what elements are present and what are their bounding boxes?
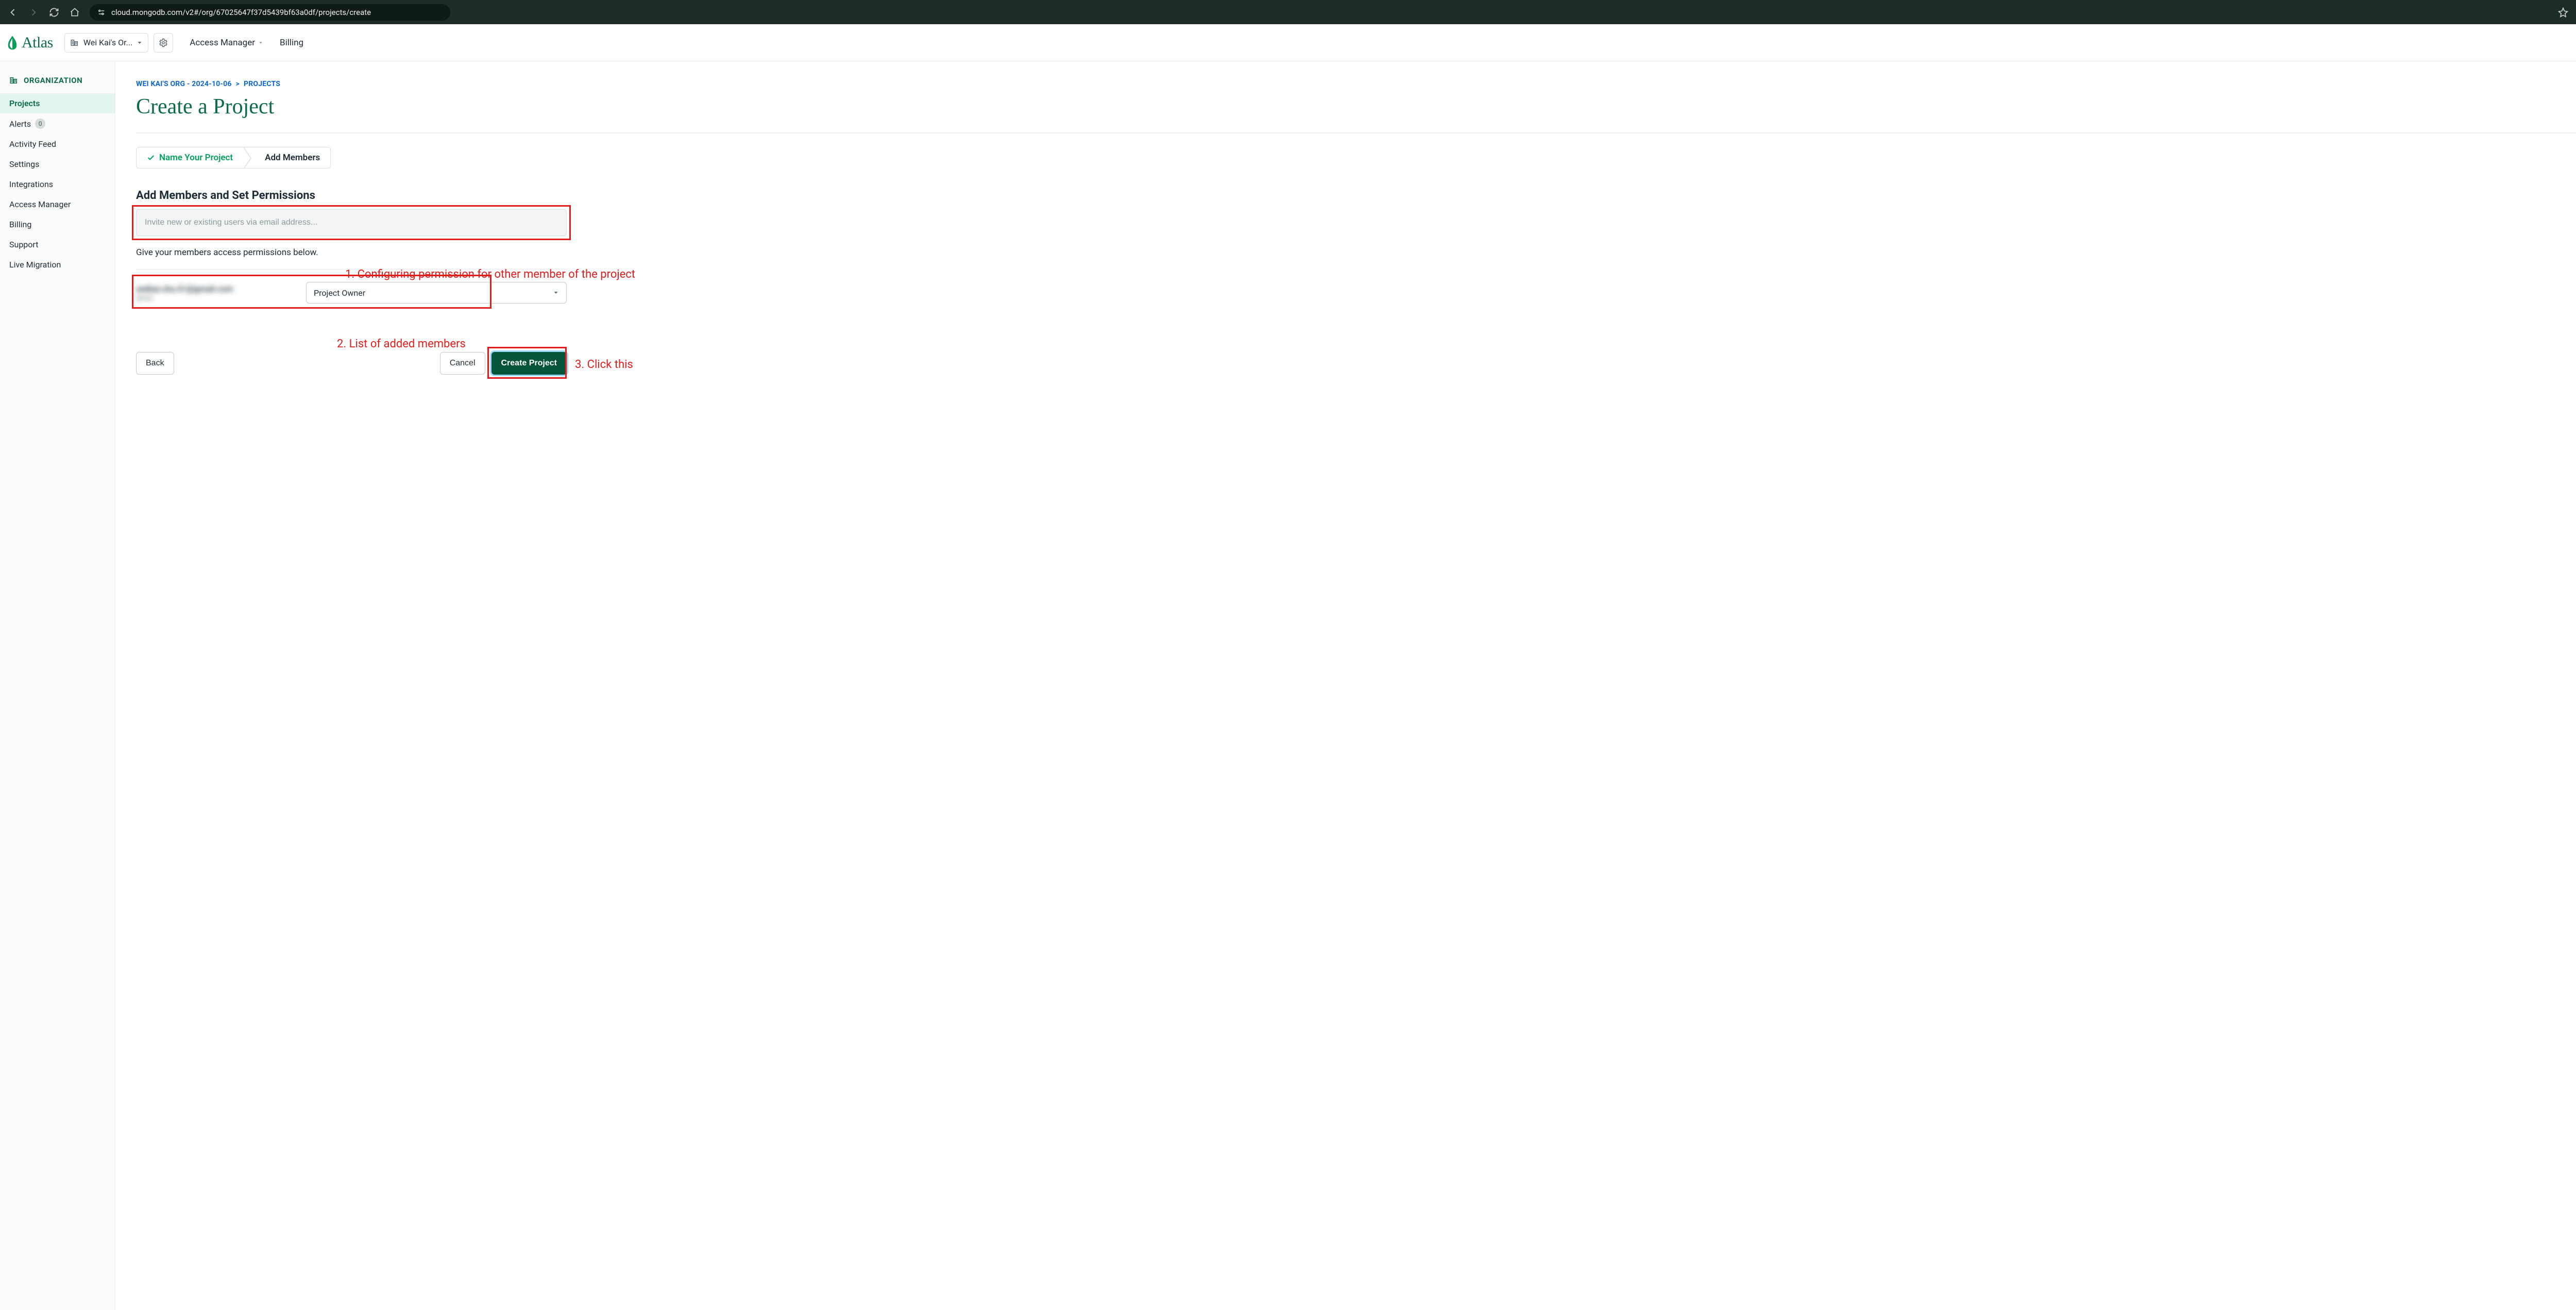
back-button[interactable]: Back: [136, 352, 174, 375]
cancel-button[interactable]: Cancel: [440, 352, 485, 375]
browser-toolbar: cloud.mongodb.com/v2#/org/67025647f37d54…: [0, 0, 2576, 24]
org-icon: [9, 76, 19, 85]
breadcrumb-org[interactable]: WEI KAI'S ORG - 2024-10-06: [136, 80, 232, 88]
site-settings-icon: [97, 8, 106, 17]
logo-label: Atlas: [22, 34, 53, 52]
annotation-2: 2. List of added members: [337, 338, 466, 350]
org-name: Wei Kai's Or...: [83, 38, 132, 47]
app-topnav: Atlas Wei Kai's Or... Access Manager Bil…: [0, 24, 2576, 61]
sidebar-item-access-manager[interactable]: Access Manager: [0, 194, 115, 214]
member-email: weikai.chu.01@gmail.com: [136, 284, 296, 294]
permissions-hint: Give your members access permissions bel…: [136, 247, 847, 258]
main-content: WEI KAI'S ORG - 2024-10-06 > PROJECTS Cr…: [115, 61, 2576, 1310]
sidebar-item-support[interactable]: Support: [0, 234, 115, 255]
sidebar-header: ORGANIZATION: [0, 76, 115, 93]
check-icon: [147, 154, 155, 162]
invite-email-input[interactable]: [136, 209, 567, 236]
leaf-icon: [7, 36, 18, 50]
sidebar-item-live-migration[interactable]: Live Migration: [0, 255, 115, 275]
url-bar[interactable]: cloud.mongodb.com/v2#/org/67025647f37d54…: [90, 4, 450, 21]
section-title: Add Members and Set Permissions: [136, 189, 847, 202]
org-icon: [70, 38, 79, 47]
annotation-3: 3. Click this: [575, 358, 633, 371]
create-project-button[interactable]: Create Project: [492, 352, 567, 375]
bookmark-star-icon[interactable]: [2557, 7, 2569, 18]
org-settings-button[interactable]: [154, 33, 173, 53]
back-button[interactable]: [7, 7, 19, 18]
sidebar-item-settings[interactable]: Settings: [0, 154, 115, 174]
breadcrumb-projects[interactable]: PROJECTS: [244, 80, 280, 88]
nav-access-manager[interactable]: Access Manager: [190, 38, 263, 48]
chevron-down-icon: [258, 40, 263, 45]
create-project-stepper: Name Your Project Add Members: [136, 147, 331, 169]
step-name-project[interactable]: Name Your Project: [137, 147, 243, 168]
chevron-down-icon: [137, 40, 143, 46]
url-text: cloud.mongodb.com/v2#/org/67025647f37d54…: [111, 8, 371, 17]
sidebar-item-integrations[interactable]: Integrations: [0, 174, 115, 194]
atlas-logo[interactable]: Atlas: [7, 34, 53, 52]
org-picker[interactable]: Wei Kai's Or...: [64, 33, 148, 53]
sidebar-item-alerts[interactable]: Alerts 0: [0, 113, 115, 134]
role-select[interactable]: Project Owner: [306, 282, 567, 304]
sidebar-item-projects[interactable]: Projects: [0, 93, 115, 113]
alerts-badge: 0: [35, 119, 45, 129]
breadcrumb: WEI KAI'S ORG - 2024-10-06 > PROJECTS: [136, 80, 847, 88]
member-you-label: (you): [136, 294, 296, 302]
home-button[interactable]: [69, 7, 80, 18]
gear-icon: [159, 38, 168, 47]
forward-button[interactable]: [28, 7, 39, 18]
chevron-down-icon: [553, 290, 559, 296]
step-add-members[interactable]: Add Members: [255, 147, 330, 168]
sidebar-item-billing[interactable]: Billing: [0, 214, 115, 234]
sidebar-item-activity-feed[interactable]: Activity Feed: [0, 134, 115, 154]
member-row: weikai.chu.01@gmail.com (you) Project Ow…: [136, 278, 567, 312]
reload-button[interactable]: [48, 7, 60, 18]
nav-billing[interactable]: Billing: [280, 38, 303, 48]
page-title: Create a Project: [136, 94, 847, 119]
sidebar: ORGANIZATION Projects Alerts 0 Activity …: [0, 61, 115, 1310]
